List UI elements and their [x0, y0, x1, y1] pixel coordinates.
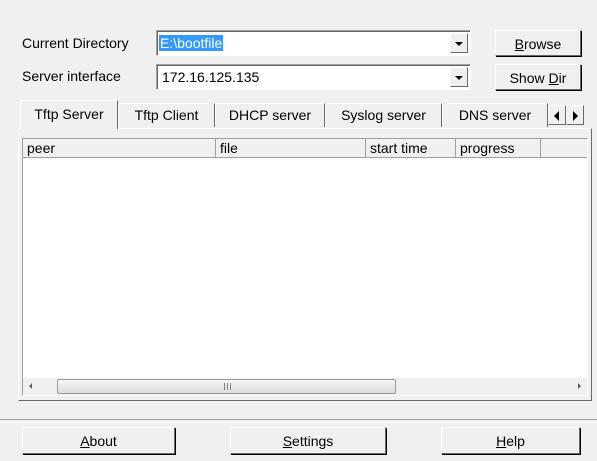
help-accel-key: H — [496, 433, 507, 449]
tab-dhcp-server[interactable]: DHCP server — [215, 103, 325, 127]
server-interface-label: Server interface — [22, 68, 121, 84]
about-accel-key: A — [80, 433, 90, 449]
footer-separator — [0, 419, 597, 423]
about-button[interactable]: About — [22, 427, 175, 454]
current-directory-value[interactable]: E:\bootfile — [159, 35, 224, 51]
settings-label-suffix: ettings — [292, 433, 334, 449]
column-header-peer[interactable]: peer — [23, 139, 216, 158]
browse-button[interactable]: Browse — [495, 30, 581, 56]
help-button[interactable]: Help — [441, 427, 580, 454]
column-header-start-time[interactable]: start time — [366, 139, 456, 158]
server-interface-dropdown-button[interactable] — [450, 67, 468, 87]
transfer-list[interactable]: peer file start time progress — [22, 138, 588, 396]
arrow-left-icon — [29, 383, 32, 389]
arrow-right-icon — [578, 383, 581, 389]
column-header-progress[interactable]: progress — [456, 139, 541, 158]
show-dir-button[interactable]: Show Dir — [495, 64, 581, 90]
browse-accel-key: B — [514, 36, 524, 52]
tab-dns-server[interactable]: DNS server — [442, 103, 548, 127]
tab-tftp-server[interactable]: Tftp Server — [20, 100, 118, 129]
current-directory-combobox[interactable]: E:\bootfile — [156, 30, 471, 56]
server-interface-value[interactable]: 172.16.125.135 — [162, 69, 259, 85]
settings-accel-key: S — [282, 433, 293, 449]
server-interface-combobox[interactable]: 172.16.125.135 — [156, 64, 471, 90]
tab-scroll-left-button[interactable] — [548, 105, 566, 125]
chevron-down-icon — [455, 42, 463, 46]
arrow-left-icon — [554, 111, 559, 121]
grip-icon — [223, 383, 231, 390]
show-dir-label-prefix: Show — [509, 70, 549, 86]
current-directory-label: Current Directory — [22, 35, 129, 51]
tab-syslog-server[interactable]: Syslog server — [325, 103, 442, 127]
browse-label-suffix: rowse — [523, 36, 562, 52]
current-directory-dropdown-button[interactable] — [450, 33, 468, 53]
about-label-suffix: bout — [89, 433, 117, 449]
chevron-down-icon — [455, 76, 463, 80]
column-header-filler — [541, 139, 587, 158]
tab-scroll-right-button[interactable] — [566, 105, 584, 125]
help-label-suffix: elp — [506, 433, 525, 449]
show-dir-accel-key: D — [548, 70, 559, 86]
column-header-file[interactable]: file — [216, 139, 366, 158]
show-dir-label-suffix: ir — [558, 70, 567, 86]
horizontal-scrollbar[interactable] — [23, 378, 587, 395]
tab-tftp-client[interactable]: Tftp Client — [118, 103, 215, 127]
scroll-left-button[interactable] — [23, 378, 40, 395]
scrollbar-thumb[interactable] — [57, 379, 396, 394]
settings-button[interactable]: Settings — [230, 427, 386, 454]
scroll-right-button[interactable] — [570, 378, 587, 395]
arrow-right-icon — [573, 111, 578, 121]
